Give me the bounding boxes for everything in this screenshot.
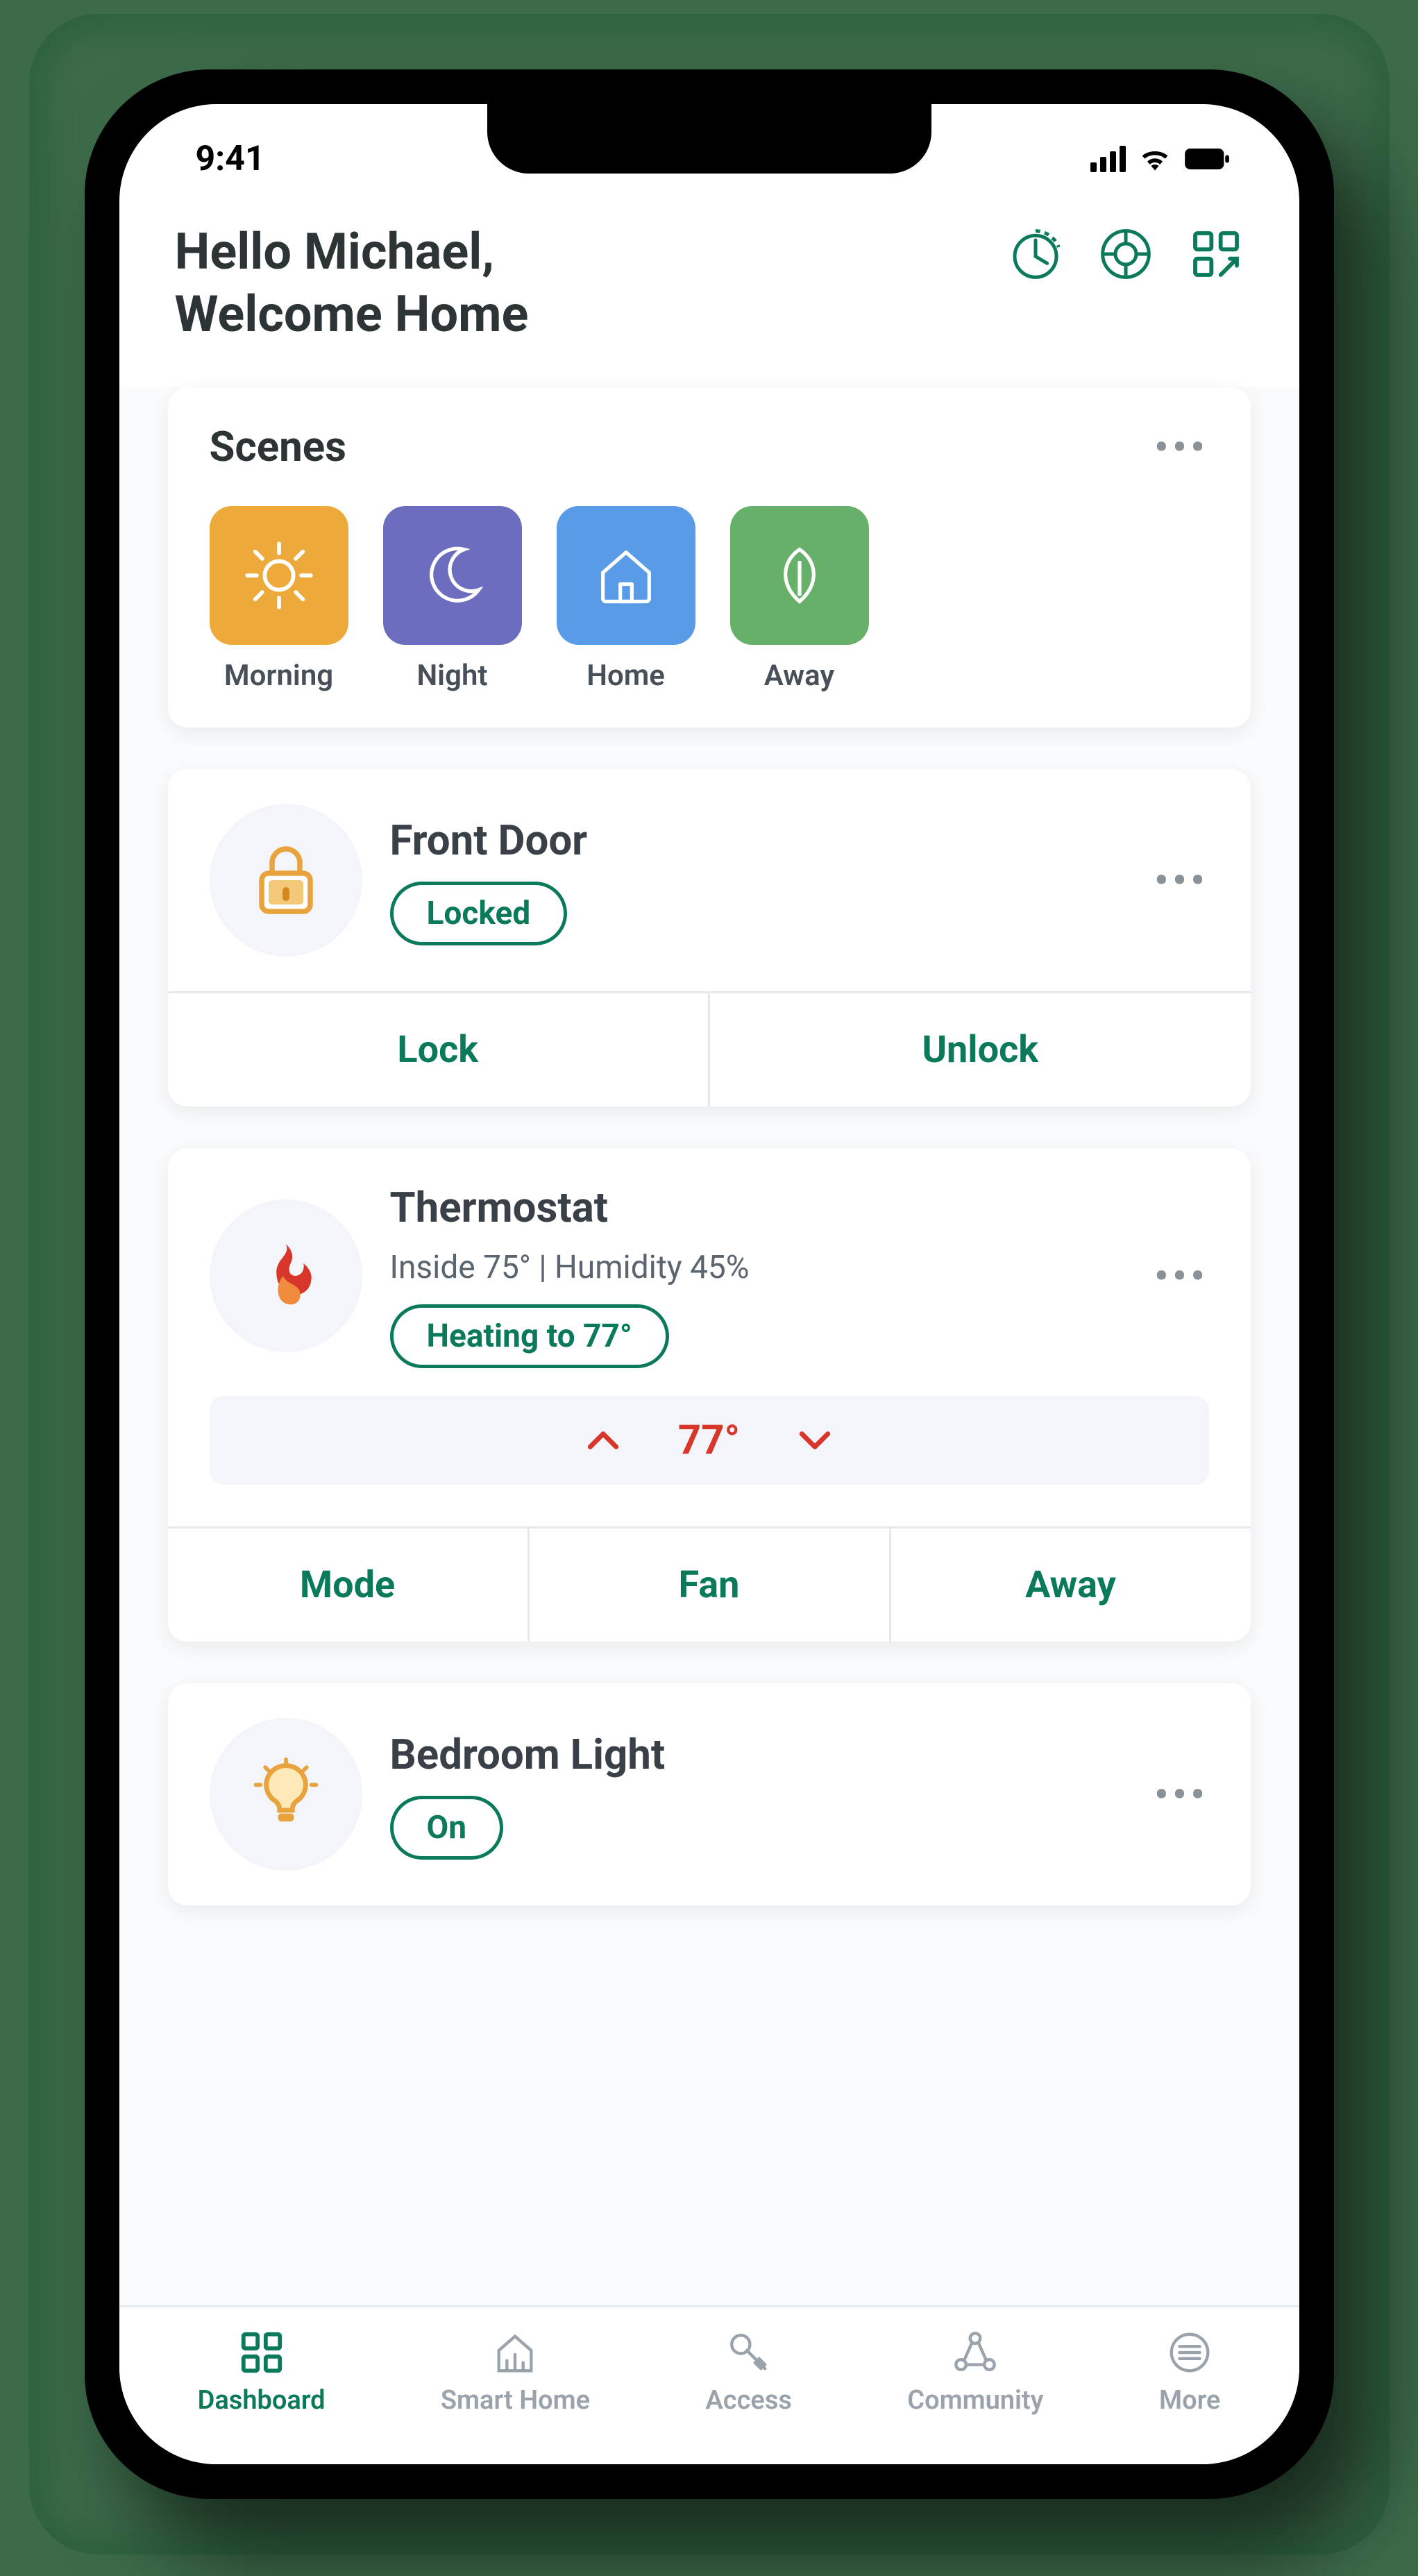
notch xyxy=(487,104,931,174)
status-time: 9:41 xyxy=(196,139,265,179)
moon-icon xyxy=(383,506,522,645)
home-icon xyxy=(557,506,695,645)
scene-label: Morning xyxy=(224,659,333,693)
key-icon xyxy=(725,2328,773,2377)
nav-label: More xyxy=(1159,2385,1221,2416)
scene-label: Home xyxy=(586,659,665,693)
bottom-nav: Dashboard Smart Home Access xyxy=(119,2305,1299,2464)
bedroom-light-status-pill: On xyxy=(390,1796,504,1860)
temperature-control: 77° xyxy=(210,1396,1209,1485)
battery-icon xyxy=(1184,149,1230,169)
scene-home[interactable]: Home xyxy=(557,506,695,693)
scenes-title: Scenes xyxy=(210,422,346,471)
thermostat-subtext: Inside 75° | Humidity 45% xyxy=(390,1249,1127,1286)
scenes-more-icon[interactable]: ••• xyxy=(1154,424,1208,470)
greeting-line-1: Hello Michael, xyxy=(175,221,529,283)
phone-frame: 9:41 Hello Michael, Welcome Home xyxy=(85,69,1334,2499)
lock-button[interactable]: Lock xyxy=(168,993,709,1106)
bedroom-light-card: Bedroom Light On ••• xyxy=(168,1683,1251,1905)
fan-button[interactable]: Fan xyxy=(527,1529,889,1642)
lock-icon xyxy=(210,804,362,957)
scene-label: Away xyxy=(764,659,834,693)
front-door-card: Front Door Locked ••• Lock Unlock xyxy=(168,769,1251,1106)
away-button[interactable]: Away xyxy=(889,1529,1251,1642)
front-door-status-pill: Locked xyxy=(390,882,568,945)
nav-smart-home[interactable]: Smart Home xyxy=(441,2328,590,2416)
thermostat-status-pill: Heating to 77° xyxy=(390,1304,669,1368)
smart-home-icon xyxy=(491,2328,539,2377)
unlock-button[interactable]: Unlock xyxy=(708,993,1251,1106)
thermostat-title: Thermostat xyxy=(390,1183,1127,1232)
help-icon[interactable] xyxy=(1098,226,1154,282)
thermostat-card: Thermostat Inside 75° | Humidity 45% Hea… xyxy=(168,1148,1251,1642)
scene-morning[interactable]: Morning xyxy=(210,506,348,693)
greeting-line-2: Welcome Home xyxy=(175,283,529,346)
scenes-card: Scenes ••• Morning xyxy=(168,387,1251,727)
sun-icon xyxy=(210,506,348,645)
nav-label: Smart Home xyxy=(441,2385,590,2416)
temp-up-button[interactable] xyxy=(584,1421,623,1460)
nav-access[interactable]: Access xyxy=(705,2328,792,2416)
nav-dashboard[interactable]: Dashboard xyxy=(198,2328,326,2416)
cellular-signal-icon xyxy=(1090,146,1126,172)
mode-button[interactable]: Mode xyxy=(168,1529,527,1642)
edit-dashboard-icon[interactable] xyxy=(1188,226,1244,282)
scene-away[interactable]: Away xyxy=(730,506,869,693)
leaf-icon xyxy=(730,506,869,645)
nav-community[interactable]: Community xyxy=(907,2328,1043,2416)
community-icon xyxy=(951,2328,999,2377)
scene-label: Night xyxy=(416,659,487,693)
nav-label: Access xyxy=(705,2385,792,2416)
timer-icon[interactable] xyxy=(1008,226,1063,282)
nav-label: Dashboard xyxy=(198,2385,326,2416)
temp-setpoint: 77° xyxy=(678,1417,740,1464)
scene-night[interactable]: Night xyxy=(383,506,522,693)
nav-more[interactable]: More xyxy=(1159,2328,1221,2416)
front-door-more-icon[interactable]: ••• xyxy=(1154,857,1208,903)
wifi-icon xyxy=(1140,147,1170,171)
thermostat-more-icon[interactable]: ••• xyxy=(1154,1253,1208,1299)
flame-icon xyxy=(210,1199,362,1352)
nav-label: Community xyxy=(907,2385,1043,2416)
bedroom-light-title: Bedroom Light xyxy=(390,1730,1127,1779)
front-door-title: Front Door xyxy=(390,816,1127,865)
temp-down-button[interactable] xyxy=(795,1421,834,1460)
lightbulb-icon xyxy=(210,1718,362,1871)
more-icon xyxy=(1165,2328,1214,2377)
dashboard-icon xyxy=(237,2328,286,2377)
bedroom-light-more-icon[interactable]: ••• xyxy=(1154,1771,1208,1817)
